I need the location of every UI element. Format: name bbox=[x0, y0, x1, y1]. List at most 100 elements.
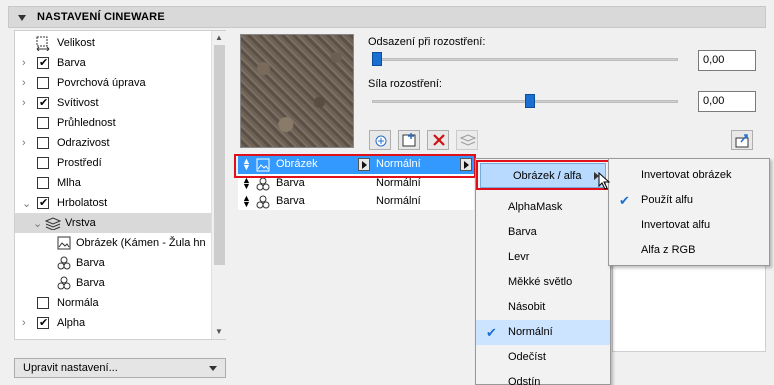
edit-settings-label: Upravit nastavení... bbox=[23, 362, 118, 374]
export-button[interactable] bbox=[731, 130, 753, 150]
strength-value: 0,00 bbox=[703, 95, 725, 107]
tree-item-barva[interactable]: › Barva bbox=[15, 53, 211, 73]
menu-item-subtract[interactable]: Odečíst bbox=[476, 345, 610, 370]
offset-slider-thumb[interactable] bbox=[372, 52, 382, 66]
menu-item-hue[interactable]: Odstín bbox=[476, 370, 610, 385]
tree-item-label: Mlha bbox=[57, 177, 81, 189]
tree-item-pruhlednost[interactable]: Průhlednost bbox=[15, 113, 211, 133]
chevron-right-icon[interactable]: › bbox=[22, 317, 26, 329]
tree-item-normala[interactable]: Normála bbox=[15, 293, 211, 313]
tree-item-label: Svítivost bbox=[57, 97, 99, 109]
scroll-up-icon[interactable]: ▲ bbox=[215, 33, 223, 42]
tree-item-velikost[interactable]: Velikost bbox=[15, 33, 211, 53]
tree-item-barva-sub1[interactable]: Barva bbox=[15, 253, 211, 273]
layer-row[interactable]: ▲ ▼ Barva Normální bbox=[238, 193, 474, 211]
tree-item-label: Odrazivost bbox=[57, 137, 110, 149]
checkbox[interactable] bbox=[37, 96, 49, 109]
tree-item-label: Normála bbox=[57, 297, 99, 309]
chevron-right-icon[interactable]: › bbox=[22, 97, 26, 109]
menu-item-label: Měkké světlo bbox=[508, 276, 573, 288]
menu-item-label: Barva bbox=[508, 226, 537, 238]
tree-item-label: Barva bbox=[76, 257, 105, 269]
strength-slider-thumb[interactable] bbox=[525, 94, 535, 108]
checkbox[interactable] bbox=[37, 77, 49, 89]
checkbox[interactable] bbox=[37, 117, 49, 129]
submenu-item-label: Invertovat obrázek bbox=[641, 169, 732, 181]
tree-item-prostredi[interactable]: Prostředí bbox=[15, 153, 211, 173]
submenu-item-invert-image[interactable]: Invertovat obrázek bbox=[609, 163, 769, 188]
submenu-item-use-alpha[interactable]: ✔ Použít alfu bbox=[609, 188, 769, 213]
menu-item-multiply[interactable]: Násobit bbox=[476, 295, 610, 320]
checkbox[interactable] bbox=[37, 56, 49, 69]
strength-value-field[interactable]: 0,00 bbox=[698, 91, 756, 112]
checkbox[interactable] bbox=[37, 297, 49, 309]
menu-item-label: Odečíst bbox=[508, 351, 546, 363]
offset-value: 0,00 bbox=[703, 54, 725, 66]
offset-value-field[interactable]: 0,00 bbox=[698, 50, 756, 71]
layer-mode[interactable]: Normální bbox=[376, 177, 421, 189]
reorder-icon[interactable]: ▲ ▼ bbox=[242, 176, 251, 191]
header-title: NASTAVENÍ CINEWARE bbox=[37, 11, 165, 23]
menu-item-levr[interactable]: Levr bbox=[476, 245, 610, 270]
tree-item-label: Barva bbox=[76, 277, 105, 289]
submenu-item-alpha-from-rgb[interactable]: Alfa z RGB bbox=[609, 238, 769, 263]
check-icon: ✔ bbox=[486, 325, 497, 340]
tree-item-label: Povrchová úprava bbox=[57, 77, 146, 89]
tree-item-mlha[interactable]: Mlha bbox=[15, 173, 211, 193]
resize-icon bbox=[36, 36, 50, 51]
submenu-item-label: Alfa z RGB bbox=[641, 244, 696, 256]
edit-settings-dropdown[interactable]: Upravit nastavení... bbox=[14, 358, 226, 378]
layer-options-button[interactable] bbox=[456, 130, 478, 150]
layer-name: Barva bbox=[276, 177, 305, 189]
highlight-frame bbox=[476, 160, 612, 190]
delete-layer-button[interactable] bbox=[427, 130, 449, 150]
tree-item-label: Alpha bbox=[57, 317, 86, 329]
checkbox[interactable] bbox=[37, 177, 49, 189]
chevron-down-icon bbox=[209, 366, 217, 371]
submenu-item-label: Invertovat alfu bbox=[641, 219, 711, 231]
reorder-icon[interactable]: ▲ ▼ bbox=[242, 194, 251, 209]
offset-label: Odsazení při rozostření: bbox=[368, 36, 486, 48]
tree-item-obrazek[interactable]: Obrázek (Kámen - Žula hn bbox=[15, 233, 211, 253]
tree-scrollbar[interactable]: ▲ ▼ bbox=[211, 31, 226, 339]
tree-item-label: Prostředí bbox=[57, 157, 102, 169]
chevron-right-icon[interactable]: › bbox=[22, 77, 26, 89]
chevron-down-icon[interactable]: ⌄ bbox=[22, 197, 31, 210]
menu-item-alphamask[interactable]: AlphaMask bbox=[476, 195, 610, 220]
scroll-down-icon[interactable]: ▼ bbox=[215, 327, 223, 336]
tree-item-hrbolatost[interactable]: ⌄ Hrbolatost bbox=[15, 193, 211, 213]
settings-header[interactable]: NASTAVENÍ CINEWARE bbox=[8, 6, 766, 28]
menu-item-soft-light[interactable]: Měkké světlo bbox=[476, 270, 610, 295]
tree-item-label: Obrázek (Kámen - Žula hn bbox=[76, 237, 206, 249]
checkbox[interactable] bbox=[37, 157, 49, 169]
collapse-triangle-icon[interactable] bbox=[18, 15, 26, 21]
tree-item-odrazivost[interactable]: › Odrazivost bbox=[15, 133, 211, 153]
tree-item-svitivost[interactable]: › Svítivost bbox=[15, 93, 211, 113]
add-layer-icon bbox=[375, 135, 387, 147]
tree-item-label: Barva bbox=[57, 57, 86, 69]
submenu-item-invert-alpha[interactable]: Invertovat alfu bbox=[609, 213, 769, 238]
chevron-right-icon[interactable]: › bbox=[22, 137, 26, 149]
tree-item-label: Velikost bbox=[57, 37, 95, 49]
color-icon bbox=[256, 177, 270, 191]
menu-item-normal[interactable]: ✔ Normální bbox=[476, 320, 610, 345]
checkbox[interactable] bbox=[37, 316, 49, 329]
tree-item-alpha[interactable]: › Alpha bbox=[15, 313, 211, 333]
tree-item-povrchova-uprava[interactable]: › Povrchová úprava bbox=[15, 73, 211, 93]
menu-item-barva[interactable]: Barva bbox=[476, 220, 610, 245]
highlight-frame bbox=[234, 154, 476, 178]
tree-item-label: Hrbolatost bbox=[57, 197, 108, 209]
color-icon bbox=[57, 276, 71, 290]
layer-mode[interactable]: Normální bbox=[376, 195, 421, 207]
chevron-right-icon[interactable]: › bbox=[22, 57, 26, 69]
add-layer-button[interactable] bbox=[369, 130, 391, 150]
add-image-button[interactable] bbox=[398, 130, 420, 150]
tree-item-barva-sub2[interactable]: Barva bbox=[15, 273, 211, 293]
checkbox[interactable] bbox=[37, 196, 49, 209]
checkbox[interactable] bbox=[37, 137, 49, 149]
tree-item-vrstva[interactable]: ⌄ Vrstva bbox=[15, 213, 211, 233]
tree-item-label: Průhlednost bbox=[57, 117, 116, 129]
chevron-down-icon[interactable]: ⌄ bbox=[33, 217, 42, 230]
offset-slider-track[interactable] bbox=[372, 58, 678, 61]
scroll-thumb[interactable] bbox=[214, 45, 225, 265]
